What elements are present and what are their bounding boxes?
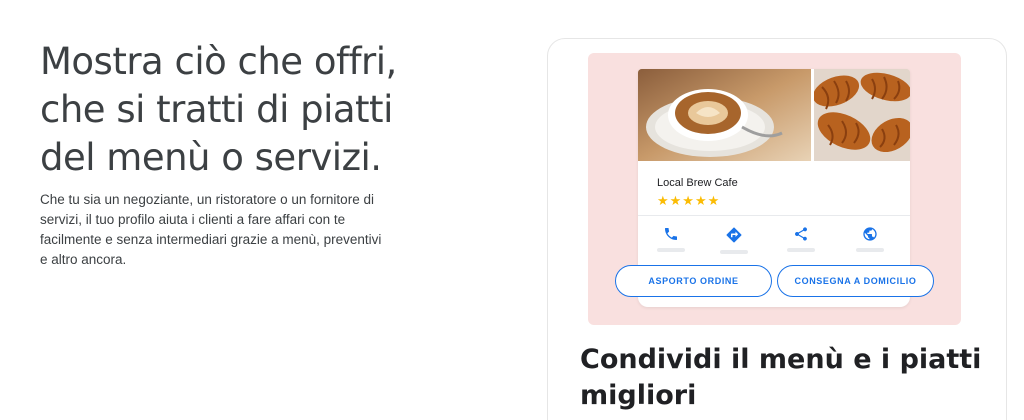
takeout-order-button[interactable]: ASPORTO ORDINE [615,265,772,297]
card-title: Condividi il menù e i piatti migliori [580,344,982,411]
star-rating: ★★★★★ [657,193,721,208]
share-icon [787,226,815,242]
croissant-photo [814,69,910,161]
phone-icon [657,226,685,242]
directions-action[interactable] [720,226,748,254]
headline-line-2: che si tratti di piatti [40,88,393,131]
action-label-placeholder [720,250,748,254]
directions-icon [720,226,748,244]
website-action[interactable] [856,226,884,252]
hero-headline: Mostra ciò che offri, che si tratti di p… [40,38,460,182]
business-name: Local Brew Cafe [657,177,738,189]
headline-line-1: Mostra ciò che offri, [40,40,397,83]
action-label-placeholder [856,248,884,252]
call-action[interactable] [657,226,685,252]
share-action[interactable] [787,226,815,252]
hero-description: Che tu sia un negoziante, un ristoratore… [40,192,382,267]
action-label-placeholder [657,248,685,252]
divider [638,215,910,216]
home-delivery-button[interactable]: CONSEGNA A DOMICILIO [777,265,934,297]
globe-icon [856,226,884,242]
headline-line-3: del menù o servizi. [40,136,382,179]
coffee-photo [638,69,811,161]
action-label-placeholder [787,248,815,252]
